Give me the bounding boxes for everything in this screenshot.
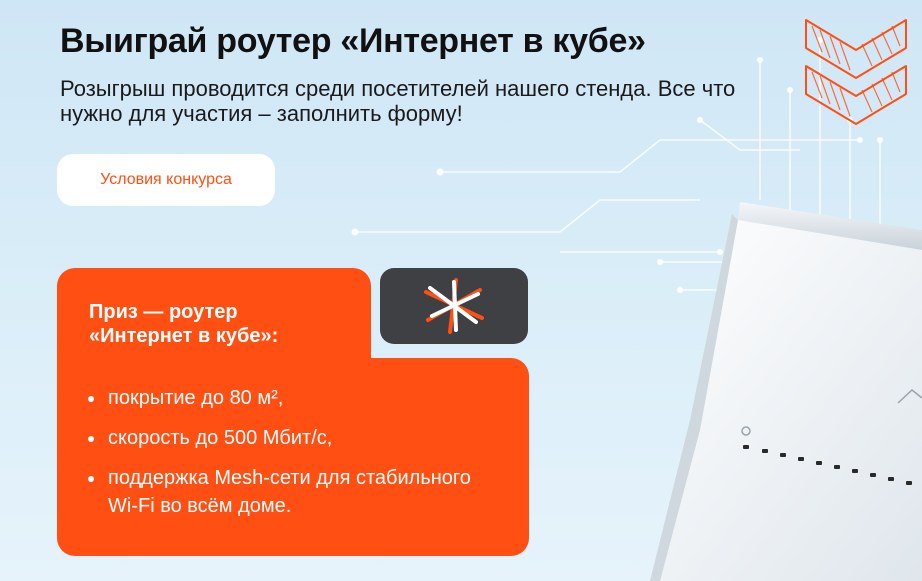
- asterisk-icon: [424, 278, 484, 334]
- chevron-down-logo-icon: [805, 19, 907, 125]
- page-subtitle: Розыгрыш проводится среди посетителей на…: [60, 76, 736, 126]
- prize-title: Приз — роутер «Интернет в кубе»:: [89, 300, 349, 348]
- feature-item: поддержка Mesh-сети для стабильного Wi-F…: [86, 464, 498, 520]
- prize-title-line1: Приз — роутер: [89, 301, 238, 323]
- feature-item: скорость до 500 Мбит/с,: [86, 424, 498, 452]
- asterisk-badge: [380, 268, 528, 344]
- prize-features-list: покрытие до 80 м², скорость до 500 Мбит/…: [86, 384, 498, 532]
- prize-title-line2: «Интернет в кубе»:: [89, 325, 279, 347]
- page-title: Выиграй роутер «Интернет в кубе»: [60, 22, 646, 60]
- contest-terms-button[interactable]: Условия конкурса: [57, 154, 275, 206]
- feature-item: покрытие до 80 м²,: [86, 384, 498, 412]
- router-illustration: [650, 202, 922, 581]
